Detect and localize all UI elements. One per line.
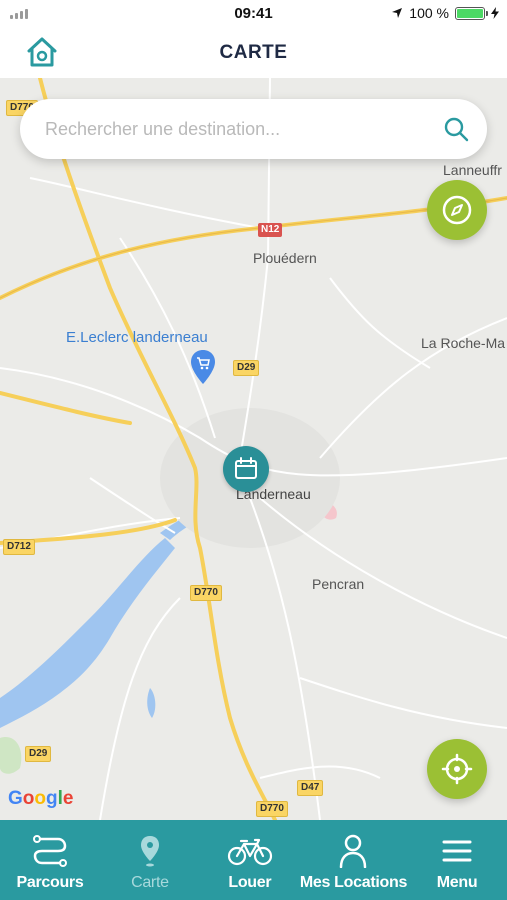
tab-label: Louer xyxy=(228,874,272,891)
place-label: Lanneuffr xyxy=(443,162,502,178)
place-label: Pencran xyxy=(312,576,365,592)
search-input[interactable] xyxy=(45,99,435,159)
search-icon[interactable] xyxy=(443,116,469,142)
battery-icon xyxy=(455,6,488,20)
place-label: La Roche-Ma xyxy=(421,335,506,351)
location-arrow-icon xyxy=(392,8,403,18)
bicycle-icon xyxy=(227,838,272,866)
tab-menu[interactable]: Menu xyxy=(407,820,507,900)
status-bar: 09:41 100 % xyxy=(0,0,507,30)
page-title: CARTE xyxy=(219,42,288,63)
poi-label[interactable]: E.Leclerc landerneau xyxy=(66,329,208,346)
tab-mes-locations[interactable]: Mes Locations xyxy=(300,820,407,900)
tab-label: Parcours xyxy=(16,874,84,891)
tab-label: Menu xyxy=(436,874,478,891)
tab-bar: Parcours Carte Louer Mes Locations Menu xyxy=(0,820,507,900)
menu-icon xyxy=(442,840,472,862)
google-logo: Google xyxy=(8,788,74,809)
road-badge: D770 xyxy=(256,801,288,817)
charging-icon xyxy=(491,7,499,19)
tab-louer[interactable]: Louer xyxy=(200,820,300,900)
road-badge: D712 xyxy=(3,539,35,555)
route-icon xyxy=(32,835,67,867)
status-right: 100 % xyxy=(391,5,499,21)
road-badge: D29 xyxy=(25,746,52,762)
road-badge: D770 xyxy=(190,585,222,601)
road-badge: N12 xyxy=(258,223,283,237)
place-label: Plouédern xyxy=(253,250,317,266)
user-icon xyxy=(340,834,367,868)
shopping-cart-pin-icon[interactable] xyxy=(191,350,215,384)
tab-carte[interactable]: Carte xyxy=(100,820,200,900)
calendar-icon xyxy=(235,457,257,479)
crosshair-icon xyxy=(441,753,473,785)
rental-station-marker[interactable] xyxy=(223,446,269,492)
tab-label: Mes Locations xyxy=(299,874,408,891)
map-pin-icon xyxy=(140,836,159,867)
nav-bar: CARTE xyxy=(0,30,507,78)
battery-percent: 100 % xyxy=(409,5,449,21)
compass-button[interactable] xyxy=(427,180,487,240)
locate-me-button[interactable] xyxy=(427,739,487,799)
tab-parcours[interactable]: Parcours xyxy=(0,820,100,900)
compass-icon xyxy=(442,195,472,225)
road-badge: D47 xyxy=(297,780,324,796)
tab-label: Carte xyxy=(131,874,169,891)
road-badge: D29 xyxy=(233,360,260,376)
search-bar[interactable] xyxy=(20,99,487,159)
